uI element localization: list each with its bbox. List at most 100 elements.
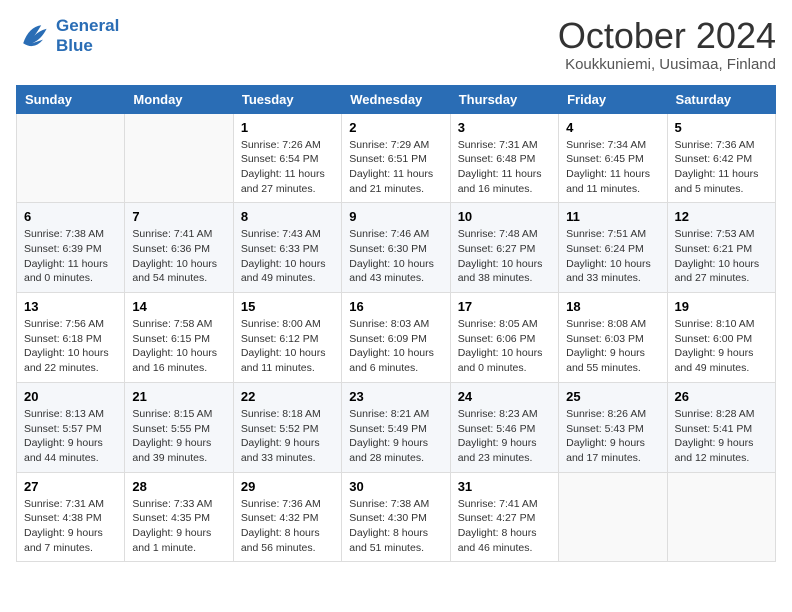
logo-icon	[16, 18, 52, 54]
day-number: 10	[458, 209, 551, 224]
calendar-cell: 28Sunrise: 7:33 AM Sunset: 4:35 PM Dayli…	[125, 472, 233, 562]
calendar-cell: 15 Sunrise: 8:00 AM Sunset: 6:12 PM Dayli…	[233, 293, 341, 383]
weekday-header: Monday	[125, 85, 233, 113]
weekday-header: Wednesday	[342, 85, 450, 113]
day-detail: Sunrise: 8:15 AM Sunset: 5:55 PM Dayligh…	[132, 407, 225, 466]
logo: General Blue	[16, 16, 119, 56]
day-detail: Sunrise: 7:46 AM Sunset: 6:30 PM Dayligh…	[349, 227, 442, 286]
calendar-cell: 23 Sunrise: 8:21 AM Sunset: 5:49 PM Dayli…	[342, 382, 450, 472]
day-number: 16	[349, 299, 442, 314]
day-detail: Sunrise: 8:00 AM Sunset: 6:12 PM Dayligh…	[241, 317, 334, 376]
calendar-week-row: 1Sunrise: 7:26 AM Sunset: 6:54 PM Daylig…	[17, 113, 776, 203]
day-number: 23	[349, 389, 442, 404]
title-block: October 2024 Koukkuniemi, Uusimaa, Finla…	[558, 16, 776, 73]
day-detail: Sunrise: 7:33 AM Sunset: 4:35 PM Dayligh…	[132, 497, 225, 556]
calendar-cell: 8 Sunrise: 7:43 AM Sunset: 6:33 PM Daylig…	[233, 203, 341, 293]
calendar-cell	[17, 113, 125, 203]
day-number: 29	[241, 479, 334, 494]
calendar-cell: 9 Sunrise: 7:46 AM Sunset: 6:30 PM Daylig…	[342, 203, 450, 293]
day-number: 3	[458, 120, 551, 135]
calendar-cell: 29 Sunrise: 7:36 AM Sunset: 4:32 PM Dayli…	[233, 472, 341, 562]
calendar-week-row: 27 Sunrise: 7:31 AM Sunset: 4:38 PM Dayli…	[17, 472, 776, 562]
day-detail: Sunrise: 8:28 AM Sunset: 5:41 PM Dayligh…	[675, 407, 768, 466]
calendar-cell: 19 Sunrise: 8:10 AM Sunset: 6:00 PM Dayli…	[667, 293, 775, 383]
day-detail: Sunrise: 7:34 AM Sunset: 6:45 PM Dayligh…	[566, 138, 659, 197]
page-title: October 2024	[558, 16, 776, 56]
day-detail: Sunrise: 8:18 AM Sunset: 5:52 PM Dayligh…	[241, 407, 334, 466]
day-detail: Sunrise: 7:41 AM Sunset: 4:27 PM Dayligh…	[458, 497, 551, 556]
calendar-cell: 11 Sunrise: 7:51 AM Sunset: 6:24 PM Dayli…	[559, 203, 667, 293]
day-number: 4	[566, 120, 659, 135]
day-number: 14	[132, 299, 225, 314]
calendar-cell	[667, 472, 775, 562]
calendar-cell: 13Sunrise: 7:56 AM Sunset: 6:18 PM Dayli…	[17, 293, 125, 383]
day-number: 8	[241, 209, 334, 224]
page-header: General Blue October 2024 Koukkuniemi, U…	[16, 16, 776, 73]
day-detail: Sunrise: 7:48 AM Sunset: 6:27 PM Dayligh…	[458, 227, 551, 286]
calendar-cell: 3 Sunrise: 7:31 AM Sunset: 6:48 PM Daylig…	[450, 113, 558, 203]
day-detail: Sunrise: 8:21 AM Sunset: 5:49 PM Dayligh…	[349, 407, 442, 466]
weekday-header: Friday	[559, 85, 667, 113]
day-detail: Sunrise: 7:26 AM Sunset: 6:54 PM Dayligh…	[241, 138, 334, 197]
day-detail: Sunrise: 7:36 AM Sunset: 4:32 PM Dayligh…	[241, 497, 334, 556]
calendar-cell: 18 Sunrise: 8:08 AM Sunset: 6:03 PM Dayli…	[559, 293, 667, 383]
day-detail: Sunrise: 7:58 AM Sunset: 6:15 PM Dayligh…	[132, 317, 225, 376]
day-number: 17	[458, 299, 551, 314]
calendar-cell: 16 Sunrise: 8:03 AM Sunset: 6:09 PM Dayli…	[342, 293, 450, 383]
day-detail: Sunrise: 7:36 AM Sunset: 6:42 PM Dayligh…	[675, 138, 768, 197]
weekday-header-row: SundayMondayTuesdayWednesdayThursdayFrid…	[17, 85, 776, 113]
day-number: 7	[132, 209, 225, 224]
calendar-cell: 17 Sunrise: 8:05 AM Sunset: 6:06 PM Dayli…	[450, 293, 558, 383]
day-number: 2	[349, 120, 442, 135]
day-detail: Sunrise: 7:31 AM Sunset: 4:38 PM Dayligh…	[24, 497, 117, 556]
day-number: 22	[241, 389, 334, 404]
day-detail: Sunrise: 8:05 AM Sunset: 6:06 PM Dayligh…	[458, 317, 551, 376]
day-number: 21	[132, 389, 225, 404]
day-number: 24	[458, 389, 551, 404]
calendar-cell	[559, 472, 667, 562]
calendar-cell: 14 Sunrise: 7:58 AM Sunset: 6:15 PM Dayli…	[125, 293, 233, 383]
calendar-cell: 12Sunrise: 7:53 AM Sunset: 6:21 PM Dayli…	[667, 203, 775, 293]
day-number: 26	[675, 389, 768, 404]
calendar-cell: 6 Sunrise: 7:38 AM Sunset: 6:39 PM Daylig…	[17, 203, 125, 293]
calendar-cell: 27 Sunrise: 7:31 AM Sunset: 4:38 PM Dayli…	[17, 472, 125, 562]
day-number: 27	[24, 479, 117, 494]
calendar-cell: 21 Sunrise: 8:15 AM Sunset: 5:55 PM Dayli…	[125, 382, 233, 472]
day-number: 5	[675, 120, 768, 135]
weekday-header: Tuesday	[233, 85, 341, 113]
day-number: 15	[241, 299, 334, 314]
day-detail: Sunrise: 8:23 AM Sunset: 5:46 PM Dayligh…	[458, 407, 551, 466]
calendar-table: SundayMondayTuesdayWednesdayThursdayFrid…	[16, 85, 776, 563]
calendar-week-row: 13Sunrise: 7:56 AM Sunset: 6:18 PM Dayli…	[17, 293, 776, 383]
day-detail: Sunrise: 8:03 AM Sunset: 6:09 PM Dayligh…	[349, 317, 442, 376]
day-detail: Sunrise: 7:43 AM Sunset: 6:33 PM Dayligh…	[241, 227, 334, 286]
calendar-cell: 30Sunrise: 7:38 AM Sunset: 4:30 PM Dayli…	[342, 472, 450, 562]
day-number: 9	[349, 209, 442, 224]
day-number: 18	[566, 299, 659, 314]
day-number: 25	[566, 389, 659, 404]
calendar-cell: 10 Sunrise: 7:48 AM Sunset: 6:27 PM Dayli…	[450, 203, 558, 293]
day-detail: Sunrise: 7:41 AM Sunset: 6:36 PM Dayligh…	[132, 227, 225, 286]
calendar-cell: 20Sunrise: 8:13 AM Sunset: 5:57 PM Dayli…	[17, 382, 125, 472]
calendar-cell: 1Sunrise: 7:26 AM Sunset: 6:54 PM Daylig…	[233, 113, 341, 203]
calendar-cell: 24 Sunrise: 8:23 AM Sunset: 5:46 PM Dayli…	[450, 382, 558, 472]
day-detail: Sunrise: 7:38 AM Sunset: 6:39 PM Dayligh…	[24, 227, 117, 286]
day-number: 6	[24, 209, 117, 224]
calendar-cell: 31Sunrise: 7:41 AM Sunset: 4:27 PM Dayli…	[450, 472, 558, 562]
calendar-cell	[125, 113, 233, 203]
day-detail: Sunrise: 8:08 AM Sunset: 6:03 PM Dayligh…	[566, 317, 659, 376]
day-detail: Sunrise: 7:38 AM Sunset: 4:30 PM Dayligh…	[349, 497, 442, 556]
day-detail: Sunrise: 7:51 AM Sunset: 6:24 PM Dayligh…	[566, 227, 659, 286]
calendar-cell: 5 Sunrise: 7:36 AM Sunset: 6:42 PM Daylig…	[667, 113, 775, 203]
day-number: 11	[566, 209, 659, 224]
day-number: 12	[675, 209, 768, 224]
calendar-week-row: 6 Sunrise: 7:38 AM Sunset: 6:39 PM Daylig…	[17, 203, 776, 293]
calendar-cell: 22 Sunrise: 8:18 AM Sunset: 5:52 PM Dayli…	[233, 382, 341, 472]
day-number: 13	[24, 299, 117, 314]
calendar-cell: 4 Sunrise: 7:34 AM Sunset: 6:45 PM Daylig…	[559, 113, 667, 203]
day-detail: Sunrise: 8:26 AM Sunset: 5:43 PM Dayligh…	[566, 407, 659, 466]
calendar-cell: 7 Sunrise: 7:41 AM Sunset: 6:36 PM Daylig…	[125, 203, 233, 293]
day-detail: Sunrise: 8:10 AM Sunset: 6:00 PM Dayligh…	[675, 317, 768, 376]
day-number: 19	[675, 299, 768, 314]
day-detail: Sunrise: 7:31 AM Sunset: 6:48 PM Dayligh…	[458, 138, 551, 197]
